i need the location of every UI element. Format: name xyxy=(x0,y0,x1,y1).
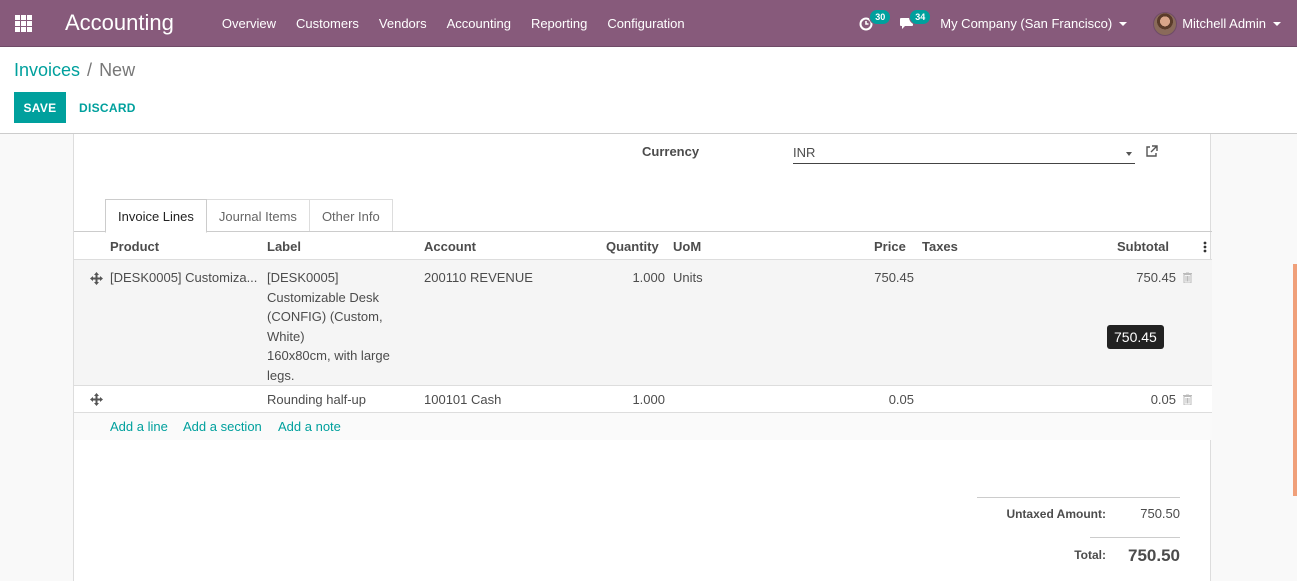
label-line: White) xyxy=(267,328,305,344)
company-switcher[interactable]: My Company (San Francisco) xyxy=(940,16,1128,31)
currency-label: Currency xyxy=(642,144,700,159)
menu-vendors[interactable]: Vendors xyxy=(369,0,437,47)
tab-other-info[interactable]: Other Info xyxy=(308,199,393,232)
label-line: (CONFIG) (Custom, xyxy=(267,309,383,324)
cell-quantity[interactable]: 1.000 xyxy=(614,268,665,288)
cell-price[interactable]: 0.05 xyxy=(854,390,914,410)
systray: 30 34 My Company (San Francisco) Mitchel… xyxy=(859,0,1297,47)
messages-button[interactable]: 34 xyxy=(899,8,932,31)
currency-value: INR xyxy=(793,145,816,160)
tab-journal-items[interactable]: Journal Items xyxy=(205,199,310,232)
label-line: 160x80cm, with large xyxy=(267,348,390,363)
trash-icon[interactable] xyxy=(1183,394,1192,405)
add-note-link[interactable]: Add a note xyxy=(278,419,341,434)
activity-button[interactable]: 30 xyxy=(859,8,892,31)
table-row[interactable]: Rounding half-up 100101 Cash 1.000 0.05 … xyxy=(74,386,1212,413)
header-taxes[interactable]: Taxes xyxy=(922,239,958,254)
header-account[interactable]: Account xyxy=(424,239,476,254)
breadcrumb-invoices-link[interactable]: Invoices xyxy=(14,60,80,81)
currency-select[interactable]: INR xyxy=(793,142,1135,164)
caret-down-icon xyxy=(1273,21,1281,26)
cell-account[interactable]: 100101 Cash xyxy=(424,390,501,410)
totals-block: Untaxed Amount: 750.50 Total: 750.50 xyxy=(977,497,1180,565)
add-section-link[interactable]: Add a section xyxy=(183,419,262,434)
cell-uom[interactable]: Units xyxy=(673,268,703,288)
notebook-tabs: Invoice Lines Journal Items Other Info xyxy=(105,199,393,233)
header-subtotal[interactable]: Subtotal xyxy=(1117,239,1169,254)
external-link-icon[interactable] xyxy=(1145,145,1158,158)
cell-subtotal: 750.45 xyxy=(1136,270,1176,285)
cell-subtotal: 0.05 xyxy=(1150,392,1176,407)
cell-label[interactable]: [DESK0005] Customizable Desk (CONFIG) (C… xyxy=(267,268,407,385)
label-line: [DESK0005] xyxy=(267,270,339,285)
table-row[interactable]: [DESK0005] Customiza... [DESK0005] Custo… xyxy=(74,260,1212,386)
user-name: Mitchell Admin xyxy=(1182,16,1266,31)
invoice-lines-table: Product Label Account Quantity UoM Price… xyxy=(74,232,1212,440)
avatar xyxy=(1153,11,1178,36)
breadcrumb: Invoices / New xyxy=(14,60,135,81)
app-title: Accounting xyxy=(65,10,174,35)
drag-handle-icon[interactable] xyxy=(90,393,103,406)
cell-price[interactable]: 750.45 xyxy=(854,268,914,288)
optional-columns-icon[interactable] xyxy=(1203,241,1207,253)
cell-quantity[interactable]: 1.000 xyxy=(614,390,665,410)
add-line-link[interactable]: Add a line xyxy=(110,419,168,434)
scrollbar[interactable] xyxy=(1293,264,1297,496)
header-uom[interactable]: UoM xyxy=(673,239,701,254)
apps-grid-icon xyxy=(14,14,32,32)
top-navbar: Accounting Overview Customers Vendors Ac… xyxy=(0,0,1297,47)
menu-reporting[interactable]: Reporting xyxy=(521,0,597,47)
add-links-row: Add a line Add a section Add a note xyxy=(74,413,1212,440)
cell-account[interactable]: 200110 REVENUE xyxy=(424,268,533,288)
user-menu[interactable]: Mitchell Admin xyxy=(1153,11,1281,36)
header-product[interactable]: Product xyxy=(110,239,159,254)
trash-icon[interactable] xyxy=(1183,272,1192,283)
caret-down-icon[interactable] xyxy=(1126,152,1132,156)
table-header: Product Label Account Quantity UoM Price… xyxy=(74,232,1212,260)
breadcrumb-separator: / xyxy=(87,60,93,80)
header-label[interactable]: Label xyxy=(267,239,301,254)
drag-handle-icon[interactable] xyxy=(90,272,103,285)
menu-customers[interactable]: Customers xyxy=(286,0,369,47)
untaxed-amount-value: 750.50 xyxy=(1140,506,1180,521)
tab-invoice-lines[interactable]: Invoice Lines xyxy=(105,199,207,233)
label-line: Customizable Desk xyxy=(267,289,379,305)
label-line: legs. xyxy=(267,367,295,383)
discard-button[interactable]: DISCARD xyxy=(79,92,136,123)
subtotal-tooltip: 750.45 xyxy=(1107,325,1164,349)
save-button[interactable]: SAVE xyxy=(14,92,66,123)
caret-down-icon xyxy=(1119,21,1128,26)
messages-count-badge: 34 xyxy=(909,8,932,25)
menu-configuration[interactable]: Configuration xyxy=(597,0,694,47)
header-quantity[interactable]: Quantity xyxy=(606,239,659,254)
menu-accounting[interactable]: Accounting xyxy=(437,0,521,47)
apps-menu-button[interactable] xyxy=(0,0,46,47)
cell-label[interactable]: Rounding half-up xyxy=(267,390,366,410)
form-sheet: Currency INR Invoice Lines Journal Items… xyxy=(73,134,1212,581)
breadcrumb-current: New xyxy=(99,60,136,80)
menu-overview[interactable]: Overview xyxy=(212,0,286,47)
activity-count-badge: 30 xyxy=(869,8,892,25)
company-name: My Company (San Francisco) xyxy=(940,16,1113,31)
untaxed-amount-label: Untaxed Amount: xyxy=(1006,507,1106,521)
control-panel: Invoices / New SAVE DISCARD xyxy=(0,47,1297,134)
main-menu: Overview Customers Vendors Accounting Re… xyxy=(212,0,695,47)
cell-product[interactable]: [DESK0005] Customiza... xyxy=(110,268,257,288)
total-value: 750.50 xyxy=(1090,537,1180,566)
header-price[interactable]: Price xyxy=(874,239,906,254)
